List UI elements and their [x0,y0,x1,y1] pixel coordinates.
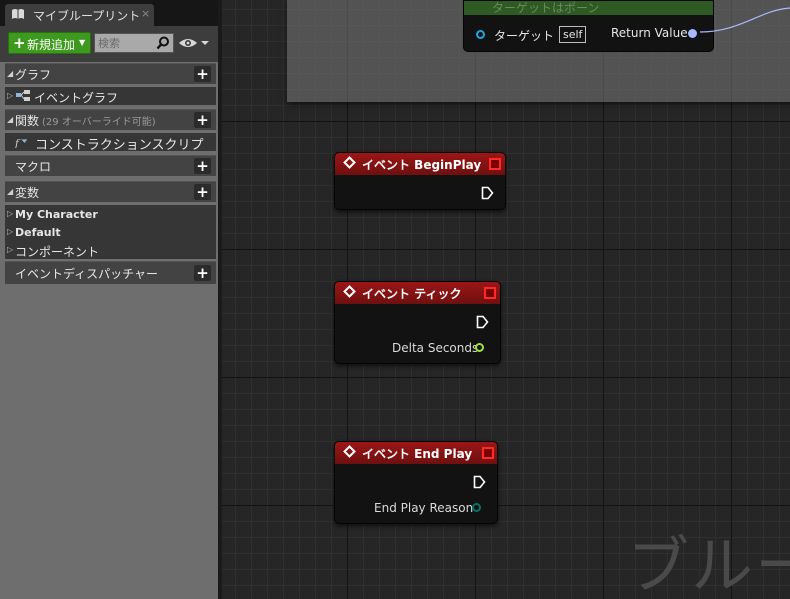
event-beginplay-node[interactable]: イベント BeginPlay [334,152,506,210]
section-title: 関数 (29 オーバーライド可能) [15,112,156,129]
get-controller-node[interactable]: ターゲットはポーン ターゲット self Return Value [463,0,714,52]
delegate-pin-icon[interactable] [484,287,496,299]
add-macro-button[interactable]: + [194,158,211,174]
list-item-label: イベントグラフ [34,91,119,105]
my-blueprint-tab[interactable]: マイブループリント × [5,4,154,26]
list-item-category-default[interactable]: ▷ Default [5,223,216,241]
panel-toolbar: + 新規追加 ▼ [0,26,222,62]
list-item-category-my-character[interactable]: ▷ My Character [5,205,216,223]
section-title: 変数 [15,186,40,200]
enum-pin-icon[interactable] [472,503,481,512]
exec-output-pin-icon[interactable] [473,475,486,489]
event-endplay-node[interactable]: イベント End Play End Play Reason [334,441,498,524]
plus-icon: + [13,34,26,52]
add-graph-button[interactable]: + [194,66,211,82]
list-item-label: コンストラクションスクリプ [35,138,204,153]
add-new-button[interactable]: + 新規追加 ▼ [8,32,91,54]
list-item-label: My Character [15,208,98,221]
blueprint-book-icon [12,9,24,19]
eye-icon[interactable] [178,35,210,51]
expand-arrow-icon[interactable]: ▷ [7,227,13,236]
node-title: イベント BeginPlay [362,158,482,172]
node-title: イベント End Play [362,447,473,461]
add-new-label: 新規追加 [27,38,76,52]
blueprint-editor: ターゲットはポーン ターゲット self Return Value イベント B… [0,0,790,599]
return-value-wire [700,7,790,33]
section-title: マクロ [15,160,52,174]
magnifier-icon[interactable] [156,36,170,50]
section-event-dispatchers[interactable]: イベントディスパッチャー + [5,261,216,284]
list-item-label: コンポーネント [15,245,100,259]
delegate-pin-icon[interactable] [482,447,494,459]
section-variables[interactable]: ◢ 変数 + [5,181,216,202]
end-play-reason-label: End Play Reason [374,501,474,515]
list-item-event-graph[interactable]: ▷ イベントグラフ [5,87,216,105]
section-title: グラフ [15,68,52,82]
list-item-category-components[interactable]: ▷ コンポーネント [5,241,216,259]
section-macros[interactable]: マクロ + [5,155,216,176]
section-title: イベントディスパッチャー [15,267,159,281]
expand-arrow-icon[interactable]: ▷ [7,91,13,100]
node-subtitle: ターゲットはポーン [492,1,600,15]
return-value-label: Return Value [611,26,688,40]
add-variable-button[interactable]: + [194,184,211,200]
section-title-text: 関数 [15,114,40,128]
target-pin-label: ターゲット [494,29,555,43]
exec-output-pin-icon[interactable] [481,186,494,200]
section-graphs[interactable]: ◢ グラフ + [5,63,216,84]
delegate-pin-icon[interactable] [489,158,501,170]
panel-splitter[interactable] [218,0,222,599]
function-icon: f [15,137,28,148]
close-tab-icon[interactable]: × [141,7,150,20]
panel-tab-bar: マイブループリント × [0,0,222,26]
collapse-arrow-icon[interactable]: ◢ [7,69,13,78]
collapse-arrow-icon[interactable]: ◢ [7,187,13,196]
override-count-hint: (29 オーバーライド可能) [42,117,156,128]
section-functions[interactable]: ◢ 関数 (29 オーバーライド可能) + [5,109,216,130]
node-title: イベント ティック [362,287,462,301]
expand-arrow-icon[interactable]: ▷ [7,209,13,218]
graph-watermark: ブルー [627,529,790,599]
target-pin-icon[interactable] [476,30,485,39]
self-default-value: self [559,26,587,43]
svg-text:f: f [15,137,21,148]
list-item-construction-script[interactable]: f コンストラクションスクリプ [5,133,216,153]
add-dispatcher-button[interactable]: + [194,265,211,281]
event-graph-canvas[interactable]: ターゲットはポーン ターゲット self Return Value イベント B… [222,0,790,599]
event-graph-icon [16,90,30,101]
event-tick-node[interactable]: イベント ティック Delta Seconds [334,281,501,364]
return-value-pin-icon[interactable] [688,29,697,38]
expand-arrow-icon[interactable]: ▷ [7,245,13,254]
add-function-button[interactable]: + [194,112,211,128]
my-blueprint-panel: マイブループリント × + 新規追加 ▼ 検索 ◢ グラフ + ▷ イベントグラ… [0,0,222,599]
collapse-arrow-icon[interactable]: ◢ [7,115,13,124]
exec-output-pin-icon[interactable] [476,315,489,329]
chevron-down-icon: ▼ [79,38,86,47]
search-box [94,33,174,53]
delta-seconds-label: Delta Seconds [392,341,479,355]
list-item-label: Default [15,226,61,239]
float-pin-icon[interactable] [475,343,484,352]
tab-title: マイブループリント [33,9,141,23]
search-input[interactable] [95,34,156,52]
